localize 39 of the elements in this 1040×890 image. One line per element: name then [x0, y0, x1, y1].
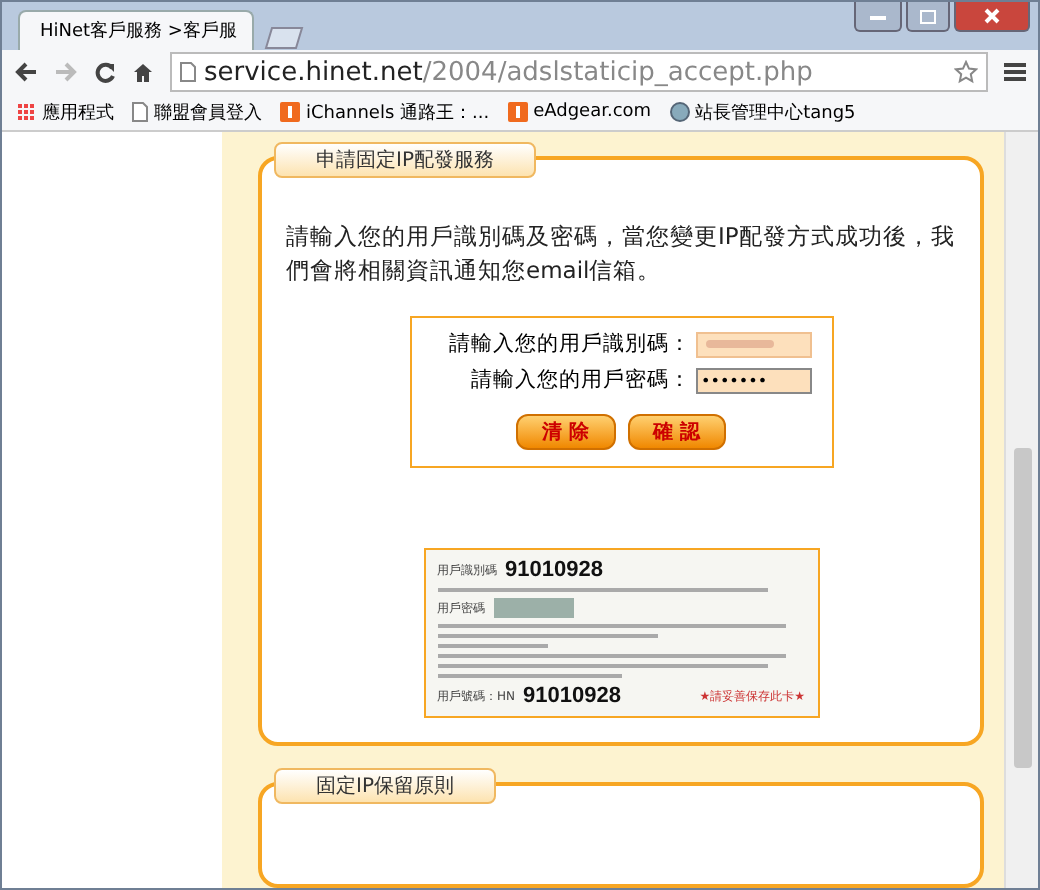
- menu-icon[interactable]: [1004, 62, 1026, 82]
- password-box-icon: [493, 598, 573, 618]
- bookmark-link[interactable]: 聯盟會員登入: [154, 99, 262, 125]
- section-title: 固定IP保留原則: [274, 768, 496, 804]
- bookmark-link[interactable]: iChannels 通路王：...: [306, 99, 490, 125]
- field-label: 請輸入您的用戶識別碼：: [449, 330, 691, 358]
- maximize-icon: [920, 9, 936, 23]
- back-icon[interactable]: [14, 62, 38, 82]
- address-bar[interactable]: service.hinet.net/2004/adslstaticip_accept.php: [170, 52, 988, 92]
- bookmark-link[interactable]: 應用程式: [42, 99, 114, 125]
- card-number: 91010928: [523, 684, 621, 708]
- tab-title: HiNet客戶服務 >客戶服: [40, 19, 237, 44]
- page-icon: [180, 62, 196, 82]
- home-icon[interactable]: [132, 61, 154, 83]
- section-title: 申請固定IP配發服務: [274, 142, 536, 178]
- field-label: 請輸入您的用戶密碼：: [471, 366, 691, 394]
- star-icon[interactable]: [954, 60, 978, 84]
- minimize-button[interactable]: [854, 2, 902, 32]
- password-value: •••••••: [701, 371, 768, 389]
- bookmark-icon: [507, 102, 528, 122]
- close-button[interactable]: [954, 2, 1030, 32]
- bookmark-link[interactable]: eAdgear.com: [533, 102, 652, 122]
- url-text: service.hinet.net/2004/adslstaticip_accept.php: [204, 57, 813, 87]
- scrollbar-thumb[interactable]: [1013, 448, 1031, 768]
- bookmark-link[interactable]: 站長管理中心tang5: [695, 99, 856, 125]
- close-icon: [984, 8, 1000, 24]
- card-number: 91010928: [505, 558, 603, 582]
- password-field[interactable]: •••••••: [695, 367, 811, 393]
- page-icon: [132, 102, 148, 122]
- user-id-field[interactable]: [695, 331, 811, 357]
- bookmark-icon: [280, 102, 300, 122]
- browser-tab[interactable]: HiNet客戶服務 >客戶服: [18, 10, 254, 50]
- new-tab-icon[interactable]: [262, 26, 306, 50]
- apps-icon: [18, 103, 36, 121]
- intro-text: 請輸入您的用戶識別碼及密碼，當您變更IP配發方式成功後，我們會將相關資訊通知您email信箱。: [286, 220, 956, 288]
- globe-icon: [669, 102, 690, 122]
- minimize-icon: [870, 12, 886, 20]
- reload-icon[interactable]: [94, 61, 116, 83]
- maximize-button[interactable]: [906, 2, 950, 32]
